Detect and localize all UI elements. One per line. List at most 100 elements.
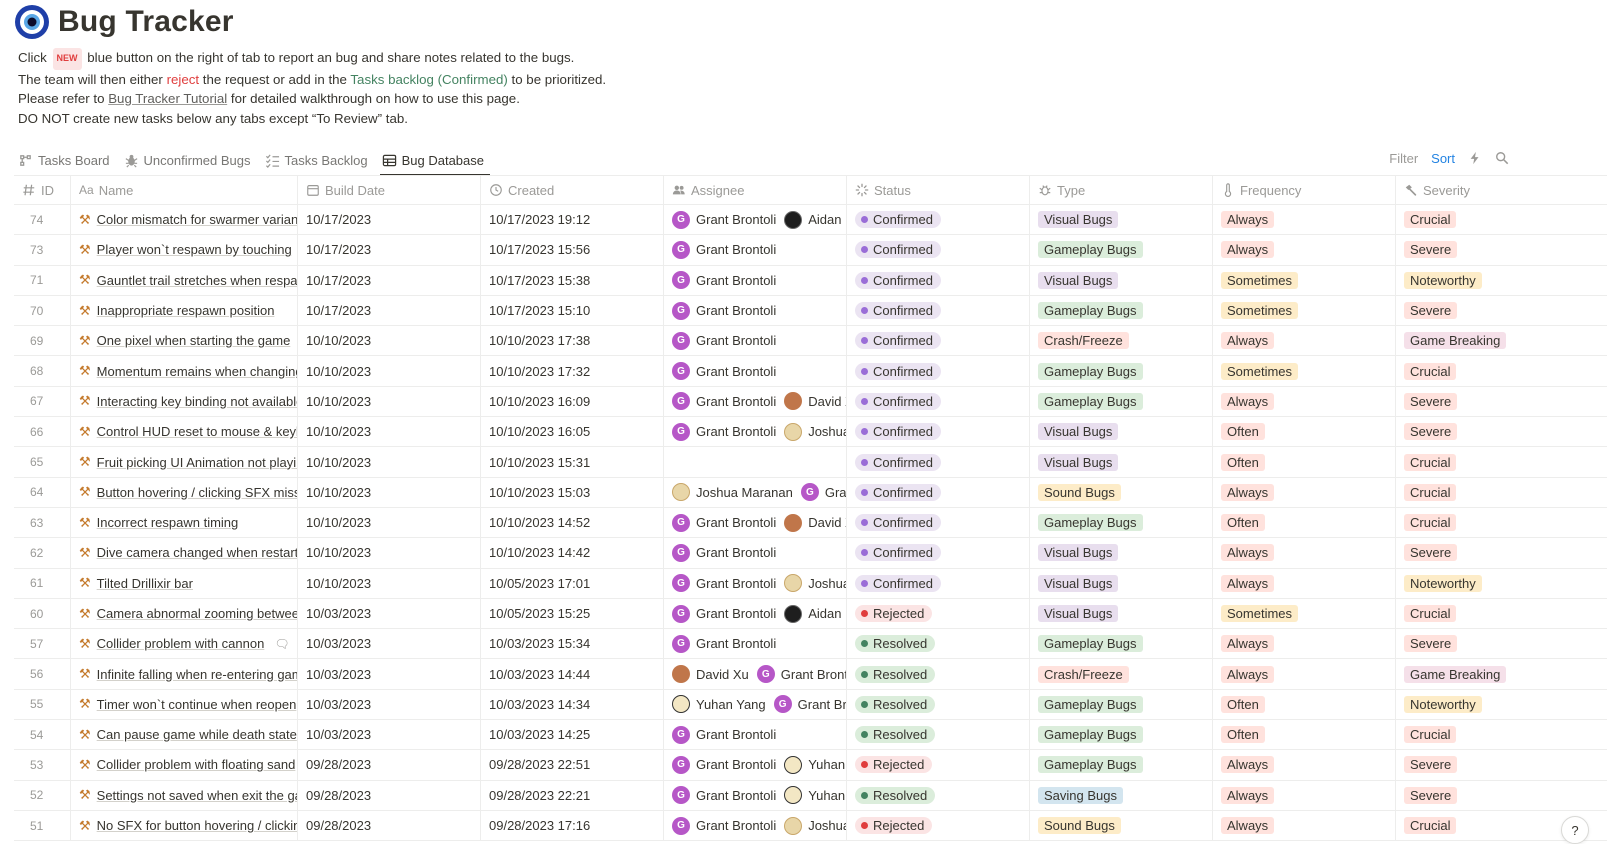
name-cell[interactable]: ⚒ Player won`t respawn by touching <box>71 235 298 265</box>
status-cell[interactable]: Confirmed <box>847 386 1030 417</box>
bug-name[interactable]: Fruit picking UI Animation not playing <box>97 455 297 470</box>
status-cell[interactable]: Rejected <box>847 750 1030 780</box>
column-header-type[interactable]: Type <box>1030 176 1213 204</box>
assignee[interactable]: Joshua <box>784 422 846 441</box>
frequency-cell[interactable]: Always <box>1213 780 1396 810</box>
type-cell[interactable]: Gameplay Bugs <box>1030 356 1213 386</box>
severity-cell[interactable]: Crucial <box>1396 720 1607 749</box>
bug-name[interactable]: Interacting key binding not available <box>97 394 297 409</box>
column-header-severity[interactable]: Severity <box>1396 176 1607 204</box>
bug-name[interactable]: Dive camera changed when restarting <box>97 545 297 560</box>
bug-name[interactable]: Collider problem with cannon <box>97 636 265 651</box>
type-cell[interactable]: Gameplay Bugs <box>1030 507 1213 538</box>
type-cell[interactable]: Sound Bugs <box>1030 810 1213 841</box>
build-date-cell[interactable]: 10/17/2023 <box>298 295 481 326</box>
name-cell[interactable]: ⚒ Infinite falling when re-entering game <box>71 659 298 689</box>
tab-bug-database[interactable]: Bug Database <box>379 145 491 176</box>
build-date-cell[interactable]: 10/10/2023 <box>298 538 481 568</box>
status-cell[interactable]: Resolved <box>847 659 1030 689</box>
severity-cell[interactable]: Severe <box>1396 750 1607 779</box>
bug-name[interactable]: Momentum remains when changing <box>97 364 297 379</box>
type-cell[interactable]: Gameplay Bugs <box>1030 386 1213 417</box>
assignee-cell[interactable]: G Grant Brontoli <box>664 235 847 265</box>
assignee-cell[interactable]: G Grant Brontoli Joshua <box>664 568 847 598</box>
frequency-cell[interactable]: Sometimes <box>1213 295 1396 326</box>
build-date-cell[interactable]: 10/10/2023 <box>298 477 481 507</box>
bug-name[interactable]: Timer won`t continue when reopen <box>97 697 297 712</box>
frequency-cell[interactable]: Always <box>1213 205 1396 235</box>
frequency-cell[interactable]: Always <box>1213 629 1396 659</box>
table-row[interactable]: 51 ⚒ No SFX for button hovering / clicking… <box>14 810 1607 842</box>
assignee[interactable]: G Grant Brontoli <box>672 816 776 835</box>
build-date-cell[interactable]: 10/10/2023 <box>298 386 481 417</box>
column-header-created[interactable]: Created <box>481 176 664 204</box>
name-cell[interactable]: ⚒ Collider problem with floating sand <box>71 750 298 780</box>
severity-cell[interactable]: Game Breaking <box>1396 659 1607 688</box>
bug-name[interactable]: Infinite falling when re-entering game <box>97 667 297 682</box>
type-cell[interactable]: Visual Bugs <box>1030 205 1213 235</box>
build-date-cell[interactable]: 09/28/2023 <box>298 750 481 780</box>
assignee[interactable]: G Grant Brontoli <box>672 755 776 774</box>
tab-unconfirmed-bugs[interactable]: Unconfirmed Bugs <box>124 145 251 175</box>
table-row[interactable]: 63 ⚒ Incorrect respawn timing 10/10/2023 10/… <box>14 507 1607 539</box>
name-cell[interactable]: ⚒ Interacting key binding not available <box>71 386 298 417</box>
assignee[interactable]: G Grant Brontoli <box>672 331 776 350</box>
table-row[interactable]: 71 ⚒ Gauntlet trail stretches when respawn… <box>14 265 1607 296</box>
bug-name[interactable]: Control HUD reset to mouse & keyboard <box>97 424 297 439</box>
status-cell[interactable]: Confirmed <box>847 205 1030 235</box>
type-cell[interactable]: Visual Bugs <box>1030 447 1213 477</box>
assignee[interactable]: G Grant Brontoli <box>672 392 776 411</box>
frequency-cell[interactable]: Always <box>1213 810 1396 841</box>
build-date-cell[interactable]: 10/03/2023 <box>298 598 481 629</box>
bug-name[interactable]: Tilted Drillixir bar <box>97 576 193 591</box>
frequency-cell[interactable]: Sometimes <box>1213 356 1396 386</box>
severity-cell[interactable]: Crucial <box>1396 508 1607 537</box>
name-cell[interactable]: ⚒ Inappropriate respawn position <box>71 295 298 326</box>
column-header-status[interactable]: Status <box>847 176 1030 204</box>
status-cell[interactable]: Confirmed <box>847 507 1030 538</box>
assignee-cell[interactable]: G Grant Brontoli <box>664 538 847 568</box>
frequency-cell[interactable]: Always <box>1213 386 1396 417</box>
table-row[interactable]: 61 ⚒ Tilted Drillixir bar 10/10/2023 10/05/2… <box>14 568 1607 599</box>
assignee-cell[interactable] <box>664 447 847 477</box>
type-cell[interactable]: Visual Bugs <box>1030 265 1213 295</box>
build-date-cell[interactable]: 10/03/2023 <box>298 659 481 689</box>
assignee[interactable]: G Grant Brontoli <box>672 543 776 562</box>
tab-tasks-backlog[interactable]: Tasks Backlog <box>265 145 368 175</box>
tutorial-link[interactable]: Bug Tracker Tutorial <box>108 91 227 106</box>
assignee[interactable]: G Grant Brontoli <box>672 422 776 441</box>
severity-cell[interactable]: Crucial <box>1396 447 1607 476</box>
assignee-cell[interactable]: G Grant Brontoli <box>664 326 847 356</box>
bug-name[interactable]: Player won`t respawn by touching <box>97 242 292 257</box>
severity-cell[interactable]: Severe <box>1396 387 1607 416</box>
assignee-cell[interactable]: G Grant Brontoli <box>664 265 847 295</box>
status-cell[interactable]: Confirmed <box>847 356 1030 386</box>
assignee[interactable]: Joshua Maranan <box>672 483 793 502</box>
severity-cell[interactable]: Severe <box>1396 235 1607 264</box>
frequency-cell[interactable]: Often <box>1213 447 1396 477</box>
name-cell[interactable]: ⚒ Camera abnormal zooming between <box>71 598 298 629</box>
assignee[interactable]: G Grant Brontoli <box>672 362 776 381</box>
table-row[interactable]: 60 ⚒ Camera abnormal zooming between 10/03/… <box>14 598 1607 630</box>
frequency-cell[interactable]: Often <box>1213 720 1396 750</box>
name-cell[interactable]: ⚒ Settings not saved when exit the game <box>71 780 298 810</box>
column-header-id[interactable]: ID <box>14 176 71 204</box>
status-cell[interactable]: Rejected <box>847 810 1030 841</box>
severity-cell[interactable]: Noteworthy <box>1396 569 1607 598</box>
assignee-cell[interactable]: G Grant Brontoli David Xu <box>664 386 847 417</box>
name-cell[interactable]: ⚒ One pixel when starting the game <box>71 326 298 356</box>
severity-cell[interactable]: Crucial <box>1396 356 1607 385</box>
severity-cell[interactable]: Noteworthy <box>1396 690 1607 719</box>
type-cell[interactable]: Visual Bugs <box>1030 598 1213 629</box>
frequency-cell[interactable]: Often <box>1213 417 1396 447</box>
assignee[interactable]: G Grant <box>800 483 846 502</box>
severity-cell[interactable]: Severe <box>1396 781 1607 810</box>
severity-cell[interactable]: Noteworthy <box>1396 266 1607 295</box>
build-date-cell[interactable]: 10/17/2023 <box>298 265 481 295</box>
build-date-cell[interactable]: 10/03/2023 <box>298 720 481 750</box>
status-cell[interactable]: Rejected <box>847 598 1030 629</box>
frequency-cell[interactable]: Sometimes <box>1213 265 1396 295</box>
bug-name[interactable]: Can pause game while death state <box>97 727 297 742</box>
table-row[interactable]: 62 ⚒ Dive camera changed when restarting 10… <box>14 538 1607 569</box>
assignee-cell[interactable]: G Grant Brontoli Yuhan Yang <box>664 780 847 810</box>
